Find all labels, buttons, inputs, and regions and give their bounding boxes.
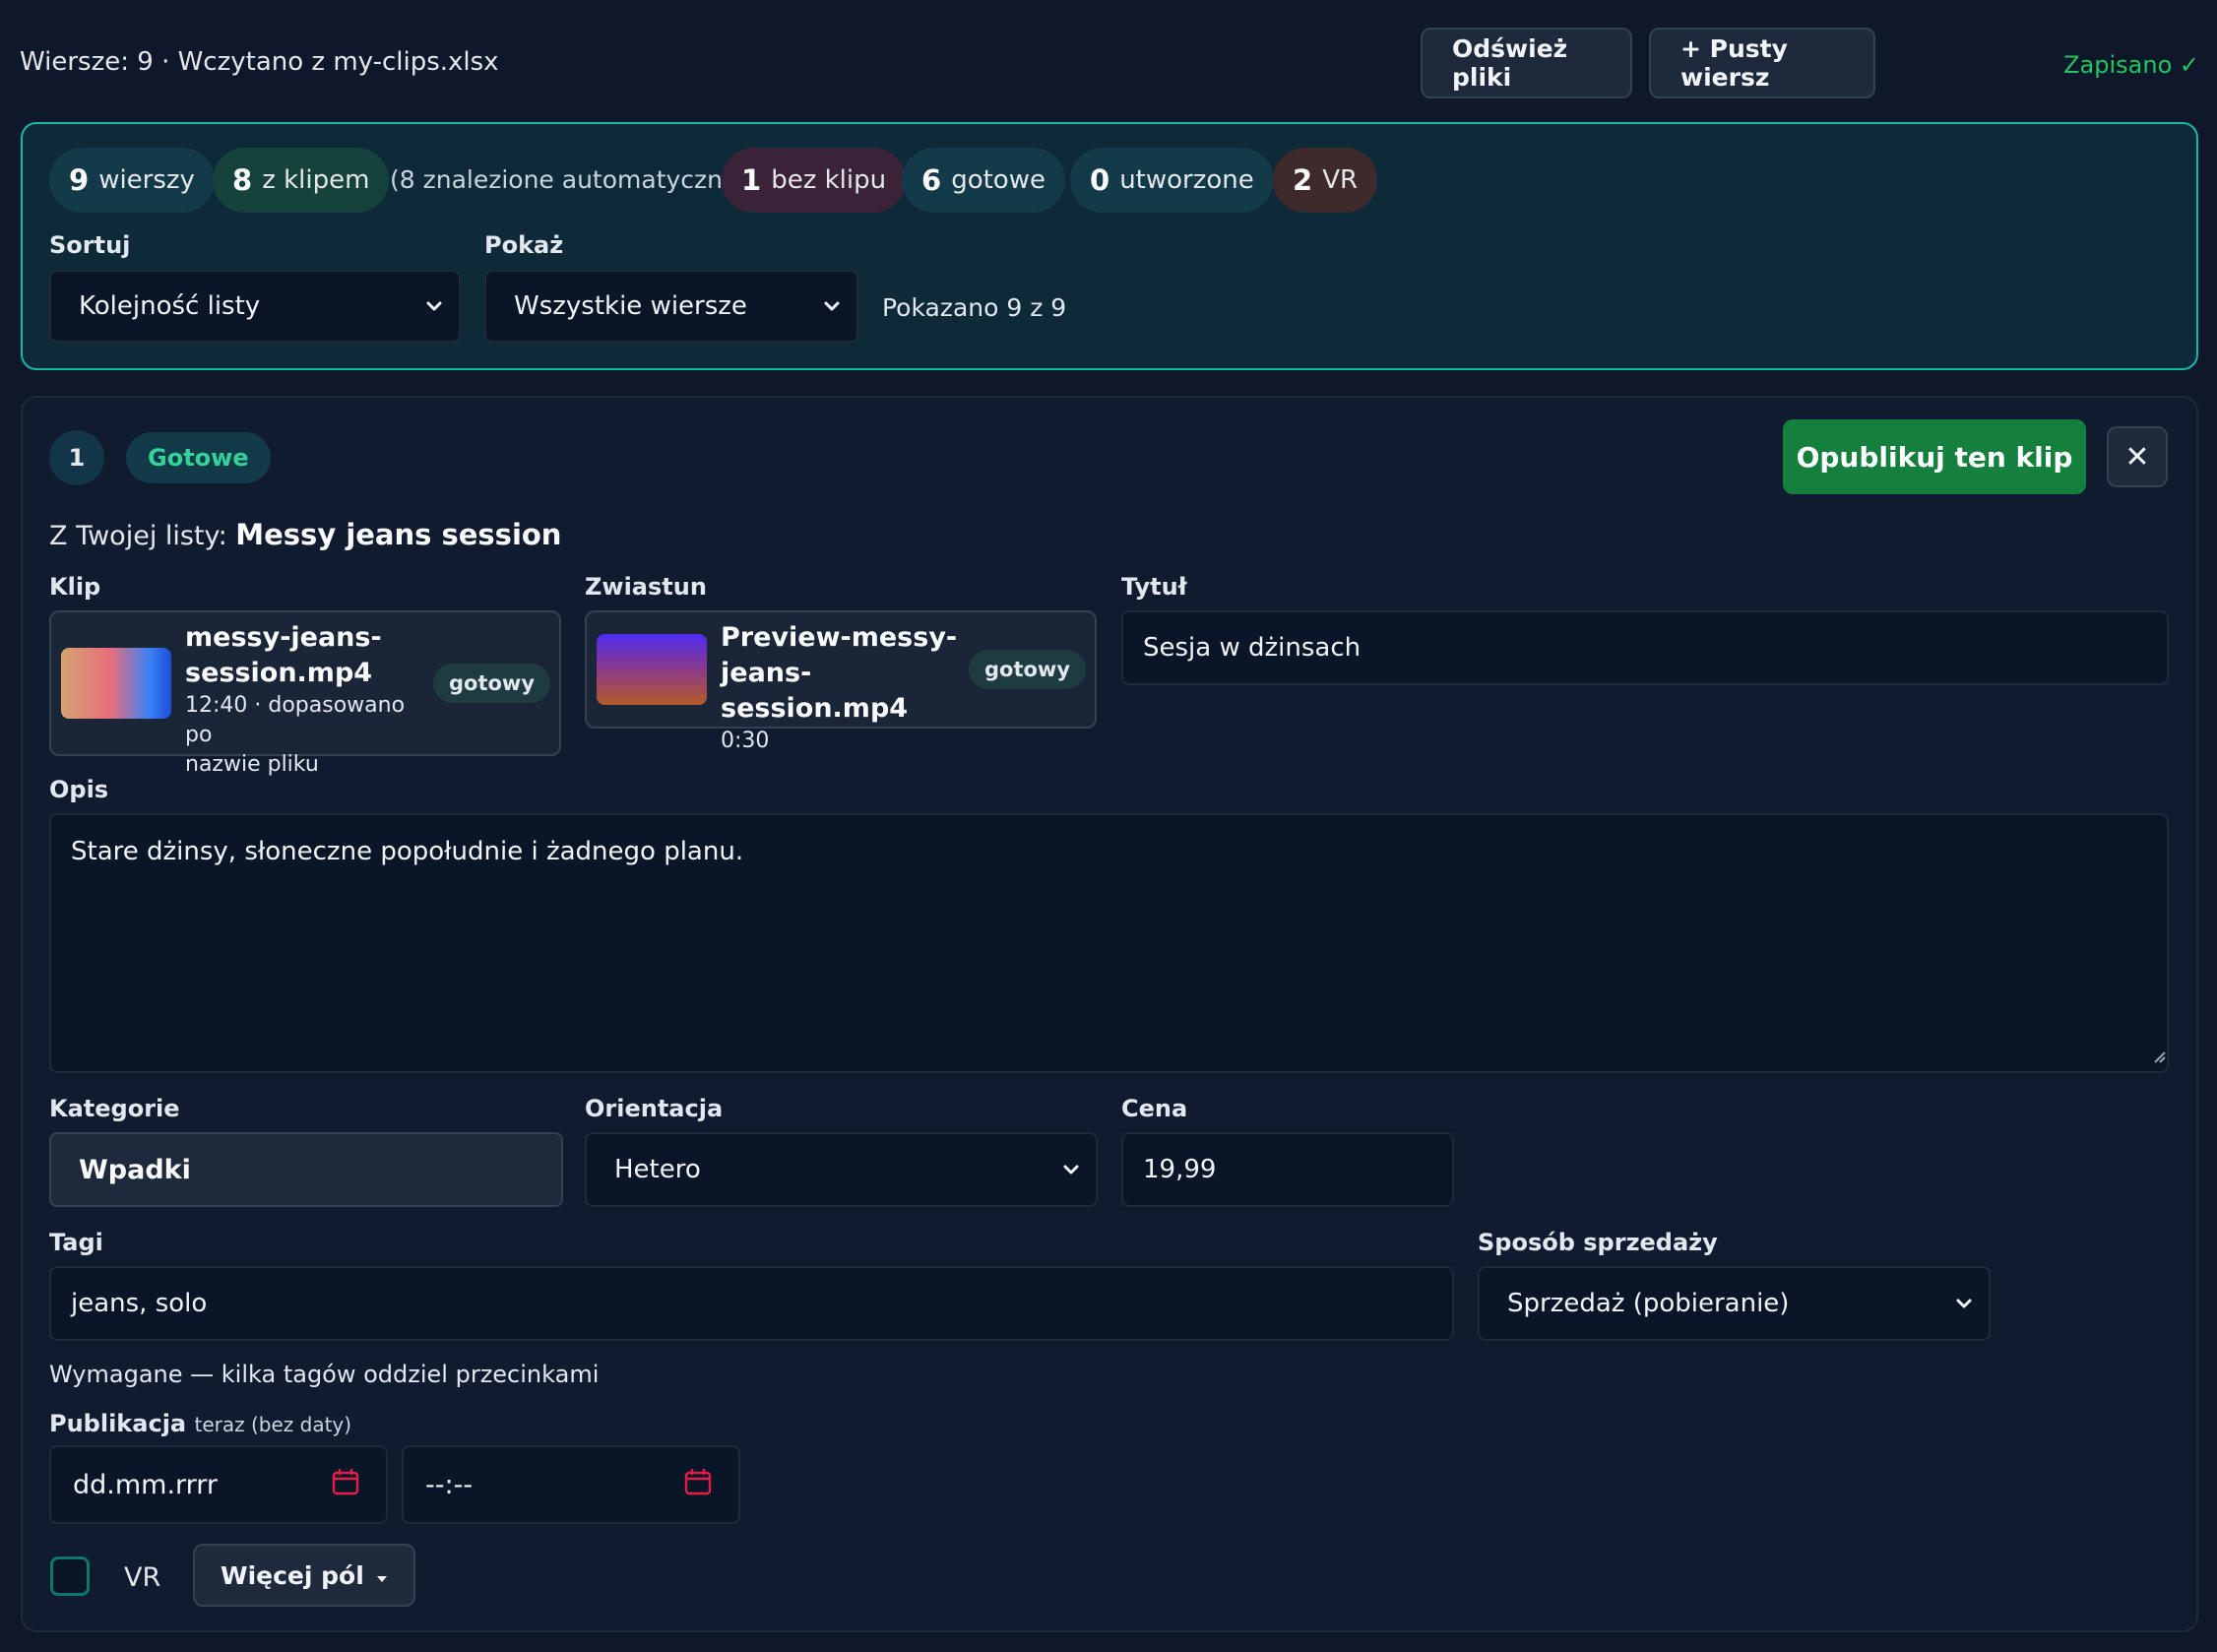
- chevron-down-icon: [1062, 1161, 1080, 1178]
- stat-rows-pill: 9 wierszy: [49, 148, 215, 213]
- publish-clip-label: Opublikuj ten klip: [1796, 440, 2073, 474]
- orientation-label: Orientacja: [585, 1095, 724, 1122]
- publication-note: teraz (bez daty): [194, 1413, 352, 1436]
- stat-without-clip-count: 1: [741, 163, 762, 197]
- stat-without-clip-label: bez klipu: [771, 165, 887, 195]
- stat-with-clip-count: 8: [232, 163, 253, 197]
- description-textarea[interactable]: Stare dżinsy, słoneczne popołudnie i żad…: [49, 813, 2169, 1073]
- from-list-prefix: Z Twojej listy:: [49, 521, 227, 551]
- stat-vr-label: VR: [1322, 165, 1359, 195]
- tags-label: Tagi: [49, 1229, 103, 1256]
- vr-checkbox[interactable]: [50, 1557, 90, 1596]
- trailer-file-info: Preview-messy- jeans-session.mp4 0:30: [721, 620, 967, 756]
- categories-field[interactable]: Wpadki: [49, 1132, 563, 1207]
- publication-date-input[interactable]: dd.mm.rrrr: [49, 1445, 388, 1524]
- stat-with-clip-label: z klipem: [262, 165, 370, 195]
- categories-label: Kategorie: [49, 1095, 180, 1122]
- orientation-value: Hetero: [614, 1155, 701, 1184]
- stat-rows-count: 9: [69, 163, 90, 197]
- title-label: Tytuł: [1121, 573, 1187, 601]
- show-select[interactable]: Wszystkie wiersze: [484, 270, 858, 343]
- refresh-files-label: Odśwież pliki: [1452, 34, 1568, 92]
- stat-with-clip-pill: 8 z klipem: [213, 148, 390, 213]
- trailer-file-meta: 0:30: [721, 729, 770, 753]
- publication-label: Publikacja: [49, 1410, 187, 1437]
- tags-value: jeans, solo: [71, 1289, 208, 1318]
- trailer-label: Zwiastun: [585, 573, 707, 601]
- sort-select-value: Kolejność listy: [79, 291, 261, 321]
- status-badge: Gotowe: [126, 432, 271, 483]
- sale-mode-select[interactable]: Sprzedaż (pobieranie): [1478, 1266, 1991, 1341]
- price-input[interactable]: 19,99: [1121, 1132, 1454, 1207]
- add-empty-row-label: + Pusty wiersz: [1680, 34, 1788, 92]
- price-value: 19,99: [1143, 1155, 1217, 1184]
- shown-count-text: Pokazano 9 z 9: [882, 293, 1067, 322]
- price-label: Cena: [1121, 1095, 1188, 1122]
- add-empty-row-button[interactable]: + Pusty wiersz: [1649, 28, 1875, 98]
- clip-file-meta-line1: 12:40 · dopasowano po: [185, 693, 406, 747]
- date-placeholder: dd.mm.rrrr: [73, 1469, 219, 1500]
- chevron-down-icon: [1955, 1295, 1973, 1312]
- categories-value: Wpadki: [79, 1154, 191, 1185]
- trailer-thumbnail: [597, 634, 707, 705]
- publish-clip-button[interactable]: Opublikuj ten klip: [1783, 419, 2086, 494]
- trailer-file-box[interactable]: Preview-messy- jeans-session.mp4 0:30 go…: [585, 610, 1097, 753]
- clip-ready-badge: gotowy: [433, 664, 551, 703]
- stat-ready-count: 6: [921, 163, 942, 197]
- clip-thumbnail: [61, 648, 171, 719]
- stat-created-count: 0: [1090, 163, 1110, 197]
- calendar-icon[interactable]: [683, 1467, 713, 1503]
- calendar-icon[interactable]: [331, 1467, 360, 1503]
- stat-auto-found-note: (8 znalezione automatycznie): [390, 165, 755, 194]
- orientation-select[interactable]: Hetero: [585, 1132, 1098, 1207]
- from-list-line: Z Twojej listy: Messy jeans session: [49, 518, 561, 551]
- caret-down-icon: [376, 1561, 388, 1590]
- saved-status: Zapisano ✓: [2063, 51, 2199, 79]
- description-value: Stare dżinsy, słoneczne popołudnie i żad…: [71, 837, 744, 866]
- clip-file-info: messy-jeans- session.mp4 12:40 · dopasow…: [185, 620, 421, 780]
- show-select-value: Wszystkie wiersze: [514, 291, 747, 321]
- tags-input[interactable]: jeans, solo: [49, 1266, 1454, 1341]
- clip-label: Klip: [49, 573, 101, 601]
- stat-without-clip-pill: 1 bez klipu: [722, 148, 907, 213]
- from-list-title: Messy jeans session: [235, 518, 562, 551]
- row-index-badge: 1: [49, 430, 104, 485]
- clip-file-box[interactable]: messy-jeans- session.mp4 12:40 · dopasow…: [49, 610, 561, 777]
- clip-file-meta-line2: nazwie pliku: [185, 752, 319, 777]
- sort-label: Sortuj: [49, 231, 131, 259]
- trailer-ready-badge: gotowy: [969, 650, 1087, 689]
- title-input[interactable]: Sesja w dżinsach: [1121, 610, 2169, 685]
- sort-select[interactable]: Kolejność listy: [49, 270, 461, 343]
- stat-vr-count: 2: [1293, 163, 1313, 197]
- sale-mode-label: Sposób sprzedaży: [1478, 1229, 1718, 1256]
- refresh-files-button[interactable]: Odśwież pliki: [1421, 28, 1632, 98]
- stat-ready-pill: 6 gotowe: [902, 148, 1065, 213]
- title-input-value: Sesja w dżinsach: [1143, 633, 1362, 663]
- publication-time-input[interactable]: --:--: [402, 1445, 740, 1524]
- stat-rows-label: wierszy: [98, 165, 195, 195]
- trailer-file-name-line1: Preview-messy-: [721, 622, 958, 653]
- trailer-file-name-line2: jeans-session.mp4: [721, 658, 909, 724]
- resize-handle-icon[interactable]: [2149, 1042, 2167, 1071]
- stat-created-pill: 0 utworzone: [1070, 148, 1274, 213]
- vr-label: VR: [124, 1562, 161, 1593]
- tags-hint: Wymagane — kilka tagów oddziel przecinka…: [49, 1361, 600, 1388]
- stat-vr-pill: 2 VR: [1273, 148, 1378, 213]
- clip-file-name-line2: session.mp4: [185, 658, 373, 688]
- publication-label-line: Publikacja teraz (bez daty): [49, 1410, 351, 1437]
- more-fields-label: Więcej pól: [221, 1560, 364, 1590]
- chevron-down-icon: [823, 297, 841, 315]
- stat-ready-label: gotowe: [951, 165, 1045, 195]
- chevron-down-icon: [425, 297, 443, 315]
- show-label: Pokaż: [484, 231, 564, 259]
- close-button[interactable]: ✕: [2107, 426, 2168, 487]
- more-fields-button[interactable]: Więcej pól: [193, 1544, 415, 1607]
- clip-file-name-line1: messy-jeans-: [185, 622, 382, 653]
- sale-mode-value: Sprzedaż (pobieranie): [1507, 1289, 1790, 1318]
- rows-info: Wiersze: 9 · Wczytano z my-clips.xlsx: [20, 47, 499, 77]
- close-icon: ✕: [2124, 439, 2150, 475]
- time-placeholder: --:--: [425, 1469, 474, 1500]
- stat-created-label: utworzone: [1119, 165, 1254, 195]
- description-label: Opis: [49, 776, 109, 803]
